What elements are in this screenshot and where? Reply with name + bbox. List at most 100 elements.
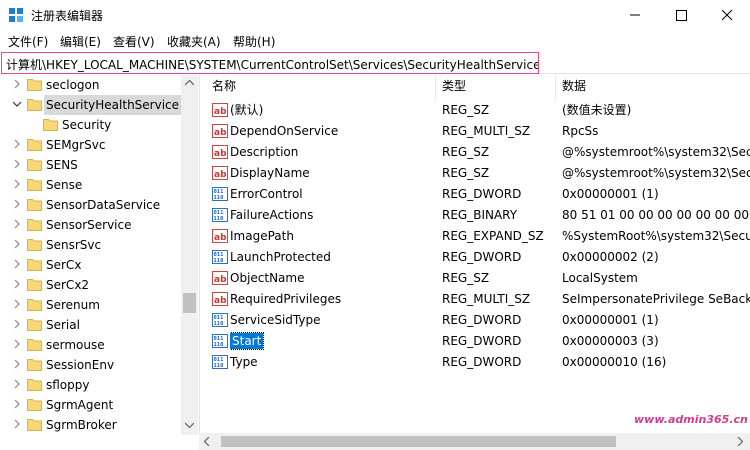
column-header-name[interactable]: 名称 bbox=[206, 75, 436, 99]
value-row[interactable]: ab DependOnService REG_MULTI_SZ RpcSs bbox=[206, 121, 750, 142]
chevron-right-icon[interactable] bbox=[12, 379, 22, 389]
value-row[interactable]: ab ObjectName REG_SZ LocalSystem bbox=[206, 268, 750, 289]
chevron-right-icon[interactable] bbox=[12, 399, 22, 409]
values-scroll-thumb[interactable] bbox=[221, 436, 616, 447]
chevron-right-icon[interactable] bbox=[12, 199, 22, 209]
value-row[interactable]: 011 110 ErrorControl REG_DWORD 0x00000001 (1… bbox=[206, 184, 750, 205]
string-value-icon: ab bbox=[212, 271, 228, 285]
folder-icon bbox=[27, 259, 42, 271]
chevron-right-icon[interactable] bbox=[12, 79, 22, 89]
scroll-down-arrow-icon[interactable] bbox=[185, 422, 194, 428]
value-row[interactable]: ab RequiredPrivileges REG_MULTI_SZ SeImpers… bbox=[206, 289, 750, 310]
tree-item[interactable]: SEMgrSvc bbox=[0, 135, 180, 155]
values-horizontal-scrollbar[interactable] bbox=[199, 433, 750, 450]
scroll-up-arrow-icon[interactable] bbox=[185, 80, 194, 86]
string-value-icon: ab bbox=[212, 124, 228, 138]
chevron-right-icon[interactable] bbox=[12, 339, 22, 349]
chevron-right-icon[interactable] bbox=[12, 359, 22, 369]
chevron-right-icon[interactable] bbox=[12, 419, 22, 429]
scroll-left-arrow-icon[interactable] bbox=[204, 437, 210, 446]
value-name-cell: Type bbox=[230, 352, 432, 373]
value-data: 80 51 01 00 00 00 00 00 00 00 00 00 bbox=[562, 208, 750, 222]
folder-icon bbox=[27, 359, 42, 371]
tree-item[interactable]: SENS bbox=[0, 155, 180, 175]
chevron-right-icon[interactable] bbox=[12, 299, 22, 309]
chevron-right-icon[interactable] bbox=[12, 259, 22, 269]
chevron-right-icon[interactable] bbox=[12, 139, 22, 149]
value-data: @%systemroot%\system32\SecurityHealthAge… bbox=[562, 166, 750, 180]
chevron-right-icon[interactable] bbox=[12, 219, 22, 229]
value-row[interactable]: 011 110 ServiceSidType REG_DWORD 0x00000001 … bbox=[206, 310, 750, 331]
minimize-button[interactable] bbox=[612, 0, 658, 30]
menu-view[interactable]: 查看(V) bbox=[113, 33, 155, 50]
column-header-data[interactable]: 数据 bbox=[556, 75, 750, 99]
tree-scroll-thumb[interactable] bbox=[183, 293, 196, 313]
chevron-right-icon[interactable] bbox=[12, 179, 22, 189]
value-data: 0x00000010 (16) bbox=[562, 355, 667, 369]
value-row[interactable]: 011 110 Type REG_DWORD 0x00000010 (16) bbox=[206, 352, 750, 373]
binary-value-icon: 011110 bbox=[212, 334, 228, 348]
tree-item[interactable]: SgrmAgent bbox=[0, 395, 180, 415]
tree-item[interactable]: SerCx bbox=[0, 255, 180, 275]
column-header-type[interactable]: 类型 bbox=[436, 75, 556, 99]
value-name-cell: ServiceSidType bbox=[230, 310, 432, 331]
chevron-right-icon[interactable] bbox=[12, 279, 22, 289]
tree-item[interactable]: Sense bbox=[0, 175, 180, 195]
value-name-cell: FailureActions bbox=[230, 205, 432, 226]
value-row[interactable]: 011 110 Start REG_DWORD 0x00000003 (3) bbox=[206, 331, 750, 352]
tree-item[interactable]: SensorService bbox=[0, 215, 180, 235]
string-value-icon: ab bbox=[212, 166, 228, 180]
pane-splitter[interactable] bbox=[199, 75, 205, 450]
tree-item[interactable]: seclogon bbox=[0, 75, 180, 95]
tree-item[interactable]: SessionEnv bbox=[0, 355, 180, 375]
value-name: Type bbox=[230, 355, 258, 369]
menu-help[interactable]: 帮助(H) bbox=[233, 33, 275, 50]
tree-item[interactable]: SensorDataService bbox=[0, 195, 180, 215]
tree-item-label: SerCx bbox=[46, 258, 82, 272]
tree-item[interactable]: Serenum bbox=[0, 295, 180, 315]
chevron-right-icon[interactable] bbox=[12, 239, 22, 249]
tree-item[interactable]: Serial bbox=[0, 315, 180, 335]
tree-item[interactable]: Security bbox=[0, 115, 180, 135]
tree-item[interactable]: SecurityHealthService bbox=[0, 95, 182, 115]
tree-item-label: sfloppy bbox=[46, 378, 90, 392]
value-row[interactable]: ab ImagePath REG_EXPAND_SZ %SystemRoot%\sys… bbox=[206, 226, 750, 247]
scroll-right-arrow-icon[interactable] bbox=[737, 437, 743, 446]
maximize-button[interactable] bbox=[658, 0, 704, 30]
value-type: REG_DWORD bbox=[442, 355, 522, 369]
menu-favorites[interactable]: 收藏夹(A) bbox=[167, 33, 221, 50]
chevron-right-icon[interactable] bbox=[12, 159, 22, 169]
address-path-field[interactable]: 计算机\HKEY_LOCAL_MACHINE\SYSTEM\CurrentCon… bbox=[1, 52, 539, 74]
value-data: (数值未设置) bbox=[562, 103, 632, 117]
tree-item[interactable]: SensrSvc bbox=[0, 235, 180, 255]
value-row[interactable]: 011 110 LaunchProtected REG_DWORD 0x00000002… bbox=[206, 247, 750, 268]
tree-item-label: SensorService bbox=[46, 218, 132, 232]
values-list: 名称 类型 数据 ab (默认) REG_SZ (数值未设置) ab DependOnSe… bbox=[206, 75, 750, 433]
tree-vertical-scrollbar[interactable] bbox=[181, 75, 198, 435]
menu-edit[interactable]: 编辑(E) bbox=[60, 33, 101, 50]
value-name-cell: DependOnService bbox=[230, 121, 432, 142]
value-name: ServiceSidType bbox=[230, 313, 321, 327]
tree-item-label: SessionEnv bbox=[46, 358, 115, 372]
svg-text:ab: ab bbox=[214, 275, 227, 285]
value-row[interactable]: ab (默认) REG_SZ (数值未设置) bbox=[206, 100, 750, 121]
string-value-icon: ab bbox=[212, 145, 228, 159]
value-row[interactable]: ab Description REG_SZ @%systemroot%\system3… bbox=[206, 142, 750, 163]
value-name-cell: Description bbox=[230, 142, 432, 163]
tree-item[interactable]: SerCx2 bbox=[0, 275, 180, 295]
tree-item[interactable]: sermouse bbox=[0, 335, 180, 355]
tree-item[interactable]: SgrmBroker bbox=[0, 415, 180, 435]
value-row[interactable]: 011 110 FailureActions REG_BINARY 80 51 01 0… bbox=[206, 205, 750, 226]
binary-value-icon: 011110 bbox=[212, 208, 228, 222]
address-bar: 计算机\HKEY_LOCAL_MACHINE\SYSTEM\CurrentCon… bbox=[0, 52, 750, 74]
tree-item[interactable]: sfloppy bbox=[0, 375, 180, 395]
value-row[interactable]: ab DisplayName REG_SZ @%systemroot%\system3… bbox=[206, 163, 750, 184]
chevron-down-icon[interactable] bbox=[12, 99, 22, 109]
binary-value-icon: 011110 bbox=[212, 313, 228, 327]
tree-item-label: SecurityHealthService bbox=[44, 95, 182, 115]
menu-file[interactable]: 文件(F) bbox=[8, 33, 48, 50]
string-value-icon: ab bbox=[212, 292, 228, 306]
chevron-right-icon[interactable] bbox=[12, 319, 22, 329]
tree-item-label: SerCx2 bbox=[46, 278, 90, 292]
close-button[interactable] bbox=[704, 0, 750, 30]
